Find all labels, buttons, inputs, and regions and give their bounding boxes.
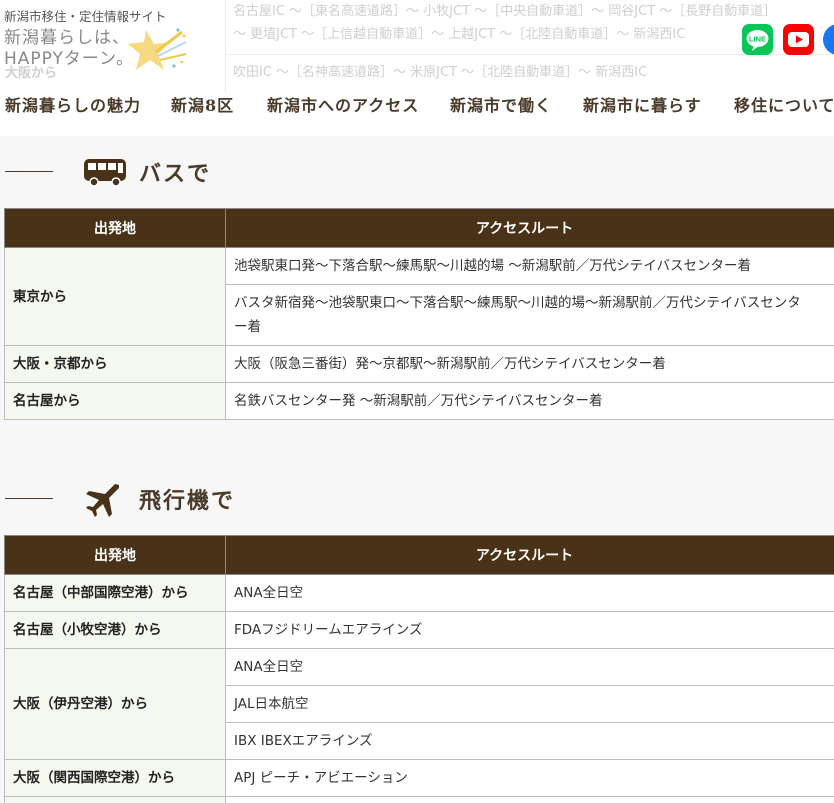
nav-item-living[interactable]: 新潟市に暮らす <box>583 92 702 116</box>
youtube-icon[interactable] <box>783 24 814 55</box>
sparkle-star-icon <box>128 28 187 70</box>
table-row: 名古屋（小牧空港）から FDAフジドリームエアラインズ <box>4 611 834 649</box>
section-heading-airplane: 飛行機で <box>0 479 834 519</box>
from-cell: 名古屋（中部国際空港）から <box>4 574 226 612</box>
section-title: 飛行機で <box>139 489 236 514</box>
table-header-row: 出発地 アクセスルート <box>4 208 834 248</box>
airplane-icon <box>86 484 119 517</box>
from-cell: 東京から <box>4 247 226 346</box>
table-row: 名古屋（中部国際空港）から ANA全日空 <box>4 574 834 612</box>
heading-rule <box>5 171 53 172</box>
site-tagline: 新潟市移住・定住情報サイト <box>4 9 167 24</box>
table-row: 大阪（伊丹空港）から ANA全日空 <box>4 648 834 760</box>
nav-item-8-wards[interactable]: 新潟8区 <box>171 92 234 116</box>
table-row <box>4 796 834 803</box>
background-route-line: 名古屋IC 〜［東名高速道路］〜 小牧JCT 〜［中央自動車道］〜 岡谷JCT … <box>233 4 777 19</box>
from-cell: 大阪（伊丹空港）から <box>4 648 226 760</box>
site-logo[interactable]: 新潟暮らしは、 HAPPYターン。 <box>4 28 194 74</box>
from-cell <box>4 796 226 803</box>
table-row: 東京から 池袋駅東口発〜下落合駅〜練馬駅〜川越的場 〜新潟駅前／万代シテイバスセ… <box>4 247 834 346</box>
from-cell: 名古屋（小牧空港）から <box>4 611 226 649</box>
section-title: バスで <box>139 162 212 187</box>
table-row: 大阪・京都から 大阪（阪急三番街）発〜京都駅〜新潟駅前／万代シテイバスセンター着 <box>4 345 834 383</box>
table-row: 大阪（関西国際空港）から APJ ピーチ・アビエーション <box>4 759 834 797</box>
heading-rule <box>5 498 53 499</box>
main-navigation: 新潟暮らしの魅力 新潟8区 新潟市へのアクセス 新潟市で働く 新潟市に暮らす 移… <box>0 92 834 120</box>
site-header: 名古屋IC 〜［東名高速道路］〜 小牧JCT 〜［中央自動車道］〜 岡谷JCT … <box>0 0 834 136</box>
route-cell: IBX IBEXエアラインズ <box>225 722 834 760</box>
route-cell: FDAフジドリームエアラインズ <box>225 611 834 649</box>
column-header-route: アクセスルート <box>225 208 834 248</box>
divider <box>225 0 226 92</box>
nav-item-access[interactable]: 新潟市へのアクセス <box>267 92 419 116</box>
line-icon[interactable]: LINE <box>742 24 773 55</box>
section-heading-bus: バスで <box>0 152 834 192</box>
table-header-row: 出発地 アクセスルート <box>4 535 834 575</box>
nav-item-work[interactable]: 新潟市で働く <box>450 92 552 116</box>
route-cell <box>225 796 834 803</box>
bus-route-table: 出発地 アクセスルート 東京から 池袋駅東口発〜下落合駅〜練馬駅〜川越的場 〜新… <box>4 208 834 420</box>
route-cell: APJ ピーチ・アビエーション <box>225 759 834 797</box>
line-icon-label: LINE <box>749 35 766 44</box>
route-cell: JAL日本航空 <box>225 685 834 723</box>
route-cell: 池袋駅東口発〜下落合駅〜練馬駅〜川越的場 〜新潟駅前／万代シテイバスセンター着 <box>225 247 834 285</box>
route-cell: ANA全日空 <box>225 574 834 612</box>
table-row: 名古屋から 名鉄バスセンター発 〜新潟駅前／万代シテイバスセンター着 <box>4 382 834 420</box>
from-cell: 名古屋から <box>4 382 226 420</box>
route-cell: 名鉄バスセンター発 〜新潟駅前／万代シテイバスセンター着 <box>225 382 834 420</box>
from-cell: 大阪・京都から <box>4 345 226 383</box>
nav-item-attractions[interactable]: 新潟暮らしの魅力 <box>5 92 141 116</box>
route-cell: 大阪（阪急三番街）発〜京都駅〜新潟駅前／万代シテイバスセンター着 <box>225 345 834 383</box>
bus-icon <box>84 159 126 187</box>
airplane-route-table: 出発地 アクセスルート 名古屋（中部国際空港）から ANA全日空 名古屋（小牧空… <box>4 535 834 803</box>
column-header-from: 出発地 <box>4 535 226 575</box>
background-route-line: 〜 更埴JCT 〜［上信越自動車道］〜 上越JCT 〜［北陸自動車道］〜 新潟西… <box>233 27 686 42</box>
column-header-from: 出発地 <box>4 208 226 248</box>
background-route-line: 吹田IC 〜［名神高速道路］〜 米原JCT 〜［北陸自動車道］〜 新潟西IC <box>233 65 648 80</box>
route-cell: バスタ新宿発〜池袋駅東口〜下落合駅〜練馬駅〜川越的場〜新潟駅前／万代シテイバスセ… <box>225 284 834 346</box>
from-cell: 大阪（関西国際空港）から <box>4 759 226 797</box>
column-header-route: アクセスルート <box>225 535 834 575</box>
nav-item-relocation[interactable]: 移住について <box>734 92 834 116</box>
route-cell: ANA全日空 <box>225 648 834 686</box>
